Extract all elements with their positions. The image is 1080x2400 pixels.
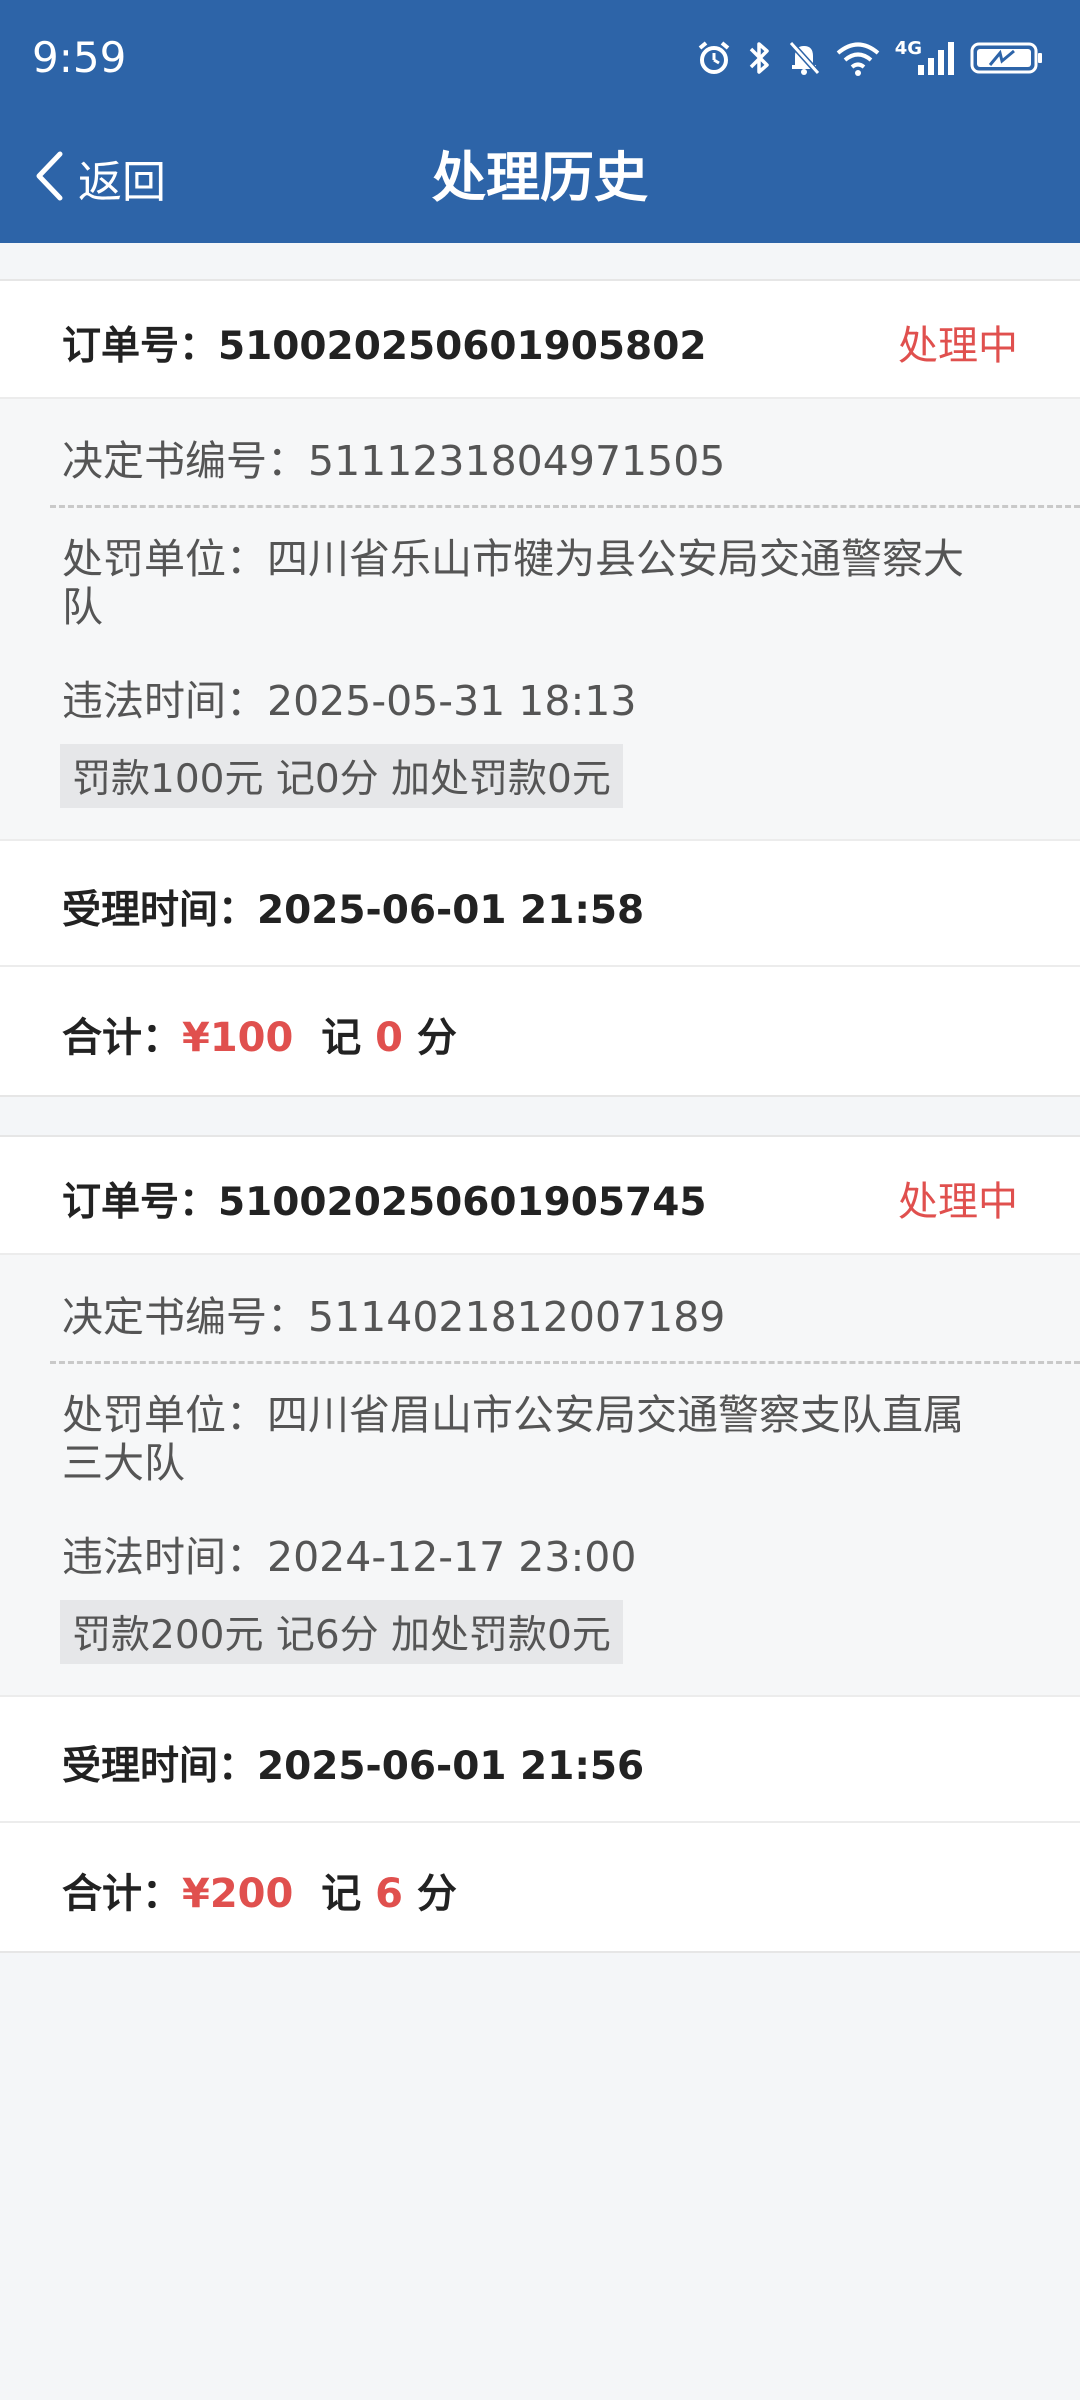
alarm-icon [695, 39, 733, 77]
status-time: 9:59 [32, 33, 127, 82]
battery-icon [970, 39, 1044, 77]
total-summary: 合计：¥100 记 0 分 [62, 1015, 457, 1061]
accept-time-row: 受理时间：2025-06-01 21:56 [0, 1697, 1080, 1823]
signal-icon: 4G [894, 37, 956, 77]
fine-summary-tag: 罚款200元 记6分 加处罚款0元 [60, 1600, 623, 1664]
points-value: 6 [375, 1871, 403, 1917]
total-amount: ¥200 [182, 1871, 294, 1917]
status-badge: 处理中 [898, 1179, 1018, 1225]
wifi-icon [835, 39, 881, 77]
order-number: 订单号：510020250601905745 [62, 1180, 707, 1225]
record-header: 订单号：510020250601905802 处理中 [0, 281, 1080, 399]
order-number: 订单号：510020250601905802 [62, 324, 707, 369]
app-header: 9:59 4G 返回 处理历史 [0, 0, 1080, 243]
status-badge: 处理中 [898, 323, 1018, 369]
decision-number: 决定书编号：5111231804971505 [62, 437, 726, 485]
decision-number: 决定书编号：5114021812007189 [62, 1293, 726, 1341]
penalty-unit: 处罚单位：四川省眉山市公安局交通警察支队直属三大队 [62, 1391, 964, 1487]
violation-time: 违法时间：2025-05-31 18:13 [62, 677, 637, 725]
total-row: 合计：¥200 记 6 分 [0, 1823, 1080, 1951]
record-details: 决定书编号：5111231804971505 处罚单位：四川省乐山市犍为县公安局… [0, 399, 1080, 841]
accept-time: 受理时间：2025-06-01 21:56 [62, 1744, 645, 1789]
page-title: 处理历史 [432, 146, 648, 209]
record-header: 订单号：510020250601905745 处理中 [0, 1137, 1080, 1255]
penalty-unit: 处罚单位：四川省乐山市犍为县公安局交通警察大队 [62, 535, 964, 631]
violation-time: 违法时间：2024-12-17 23:00 [62, 1533, 637, 1581]
total-summary: 合计：¥200 记 6 分 [62, 1871, 457, 1917]
bluetooth-icon [747, 39, 773, 77]
accept-time-row: 受理时间：2025-06-01 21:58 [0, 841, 1080, 967]
network-label: 4G [894, 37, 922, 59]
accept-time: 受理时间：2025-06-01 21:58 [62, 888, 645, 933]
status-icons: 4G [695, 34, 1044, 82]
record-details: 决定书编号：5114021812007189 处罚单位：四川省眉山市公安局交通警… [0, 1255, 1080, 1697]
fine-summary-tag: 罚款100元 记0分 加处罚款0元 [60, 744, 623, 808]
points-value: 0 [375, 1015, 403, 1061]
dashed-divider [50, 505, 1080, 508]
total-amount: ¥100 [182, 1015, 294, 1061]
record-card[interactable]: 订单号：510020250601905802 处理中 决定书编号：5111231… [0, 279, 1080, 1097]
record-card[interactable]: 订单号：510020250601905745 处理中 决定书编号：5114021… [0, 1135, 1080, 1953]
total-row: 合计：¥100 记 0 分 [0, 967, 1080, 1095]
dashed-divider [50, 1361, 1080, 1364]
bell-off-icon [787, 39, 821, 77]
